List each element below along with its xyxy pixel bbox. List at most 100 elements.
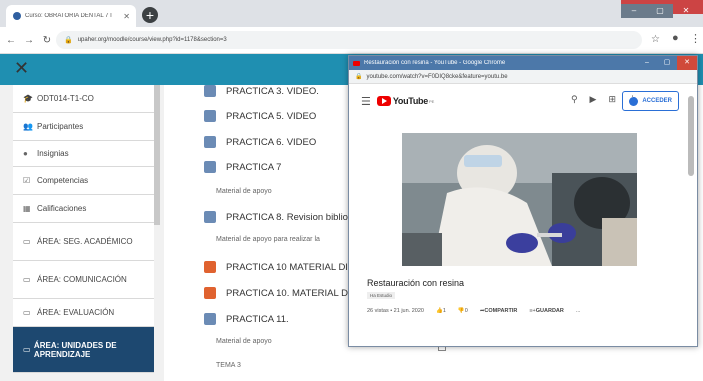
- save-button[interactable]: GUARDAR: [536, 308, 564, 314]
- activity-link[interactable]: PRACTICA 7: [204, 161, 281, 173]
- description-text: TEMA 3: [216, 362, 241, 369]
- popup-url-text: youtube.com/watch?v=F0DIQ8cke&feature=yo…: [366, 73, 508, 80]
- description-text: Material de apoyo para realizar la: [216, 236, 320, 243]
- row-label: Material de apoyo para realizar la: [216, 236, 320, 243]
- sidebar-item[interactable]: ☑ Competencias: [13, 167, 154, 195]
- minimize-button[interactable]: –: [621, 4, 647, 18]
- video-player[interactable]: [402, 133, 637, 266]
- popup-window-title: Restauración con resina - YouTube - Goog…: [364, 60, 506, 66]
- apps-grid-icon[interactable]: ⊞: [608, 94, 616, 105]
- popup-url-bar: 🔒 youtube.com/watch?v=F0DIQ8cke&feature=…: [349, 70, 697, 84]
- dislike-count: 0: [464, 308, 468, 314]
- popup-scrollbar[interactable]: [688, 96, 694, 176]
- menu-dots-icon[interactable]: ⋮: [690, 32, 701, 45]
- sidebar-item-label: ÁREA: SEG. ACADÉMICO: [37, 237, 133, 246]
- activity-link[interactable]: PRACTICA 10 MATERIAL DI: [204, 261, 348, 273]
- bookmark-star-icon[interactable]: ☆: [651, 34, 660, 45]
- row-label: PRACTICA 10 MATERIAL DI: [226, 261, 348, 273]
- sidebar-item-label: Calificaciones: [37, 204, 87, 213]
- youtube-wordmark: YouTube: [392, 96, 428, 106]
- close-drawer-icon[interactable]: ✕: [14, 58, 29, 79]
- document-icon: [204, 136, 216, 148]
- document-icon: [204, 110, 216, 122]
- row-label: PRACTICA 6. VIDEO: [226, 136, 317, 148]
- sidebar-item-label: ÁREA: COMUNICACIÓN: [37, 275, 127, 284]
- sidebar-item[interactable]: 🎓 ODT014-T1-CO: [13, 85, 154, 113]
- activity-link[interactable]: PRACTICA 5. VIDEO: [204, 110, 316, 122]
- hamburger-menu-icon[interactable]: ☰: [361, 95, 371, 108]
- activity-link[interactable]: PRACTICA 6. VIDEO: [204, 136, 316, 148]
- tab-bar: Curso: OBRATORIA DENTAL 7 I ✕ + – ▢ ✕: [0, 0, 703, 27]
- browser-tab[interactable]: Curso: OBRATORIA DENTAL 7 I ✕: [6, 5, 136, 27]
- sidebar-item[interactable]: ▭ ÁREA: UNIDADES DE APRENDIZAJE: [13, 327, 154, 373]
- youtube-popup-window: Restauración con resina - YouTube - Goog…: [348, 55, 698, 347]
- description-text: Material de apoyo: [216, 188, 272, 195]
- row-label: PRACTICA 11.: [226, 313, 289, 325]
- row-label: PRACTICA 10. MATERIAL D: [226, 287, 348, 299]
- pdf-file-icon: [204, 261, 216, 273]
- account-icon[interactable]: ●: [672, 32, 679, 44]
- sign-in-label: ACCEDER: [642, 98, 672, 104]
- row-label: TEMA 3: [216, 362, 241, 369]
- youtube-logo[interactable]: YouTube PE: [376, 96, 434, 106]
- document-icon: [204, 161, 216, 173]
- search-icon[interactable]: ⚲: [571, 94, 578, 105]
- description-text: Material de apoyo: [216, 338, 272, 345]
- row-label: Material de apoyo: [216, 338, 272, 345]
- checkbox-icon: ☑: [23, 176, 31, 185]
- sidebar-item[interactable]: ● Insignias: [13, 141, 154, 167]
- sidebar-item[interactable]: ▦ Calificaciones: [13, 195, 154, 223]
- thumbs-up-icon[interactable]: 👍: [436, 308, 443, 314]
- sidebar-item[interactable]: ▭ ÁREA: SEG. ACADÉMICO: [13, 223, 154, 261]
- thumbs-down-icon[interactable]: 👎: [458, 308, 465, 314]
- sidebar-item[interactable]: ▭ ÁREA: COMUNICACIÓN: [13, 261, 154, 299]
- document-icon: [204, 85, 216, 97]
- popup-window-controls: – ▢ ✕: [637, 56, 697, 70]
- tab-close-icon[interactable]: ✕: [123, 12, 130, 21]
- grades-icon: ▦: [23, 204, 31, 213]
- sidebar-item-label: Participantes: [37, 122, 84, 131]
- video-frame-image: [402, 133, 637, 266]
- activity-link[interactable]: PRACTICA 11.: [204, 313, 289, 325]
- row-label: PRACTICA 8. Revision biblio: [226, 211, 348, 223]
- back-arrow-icon[interactable]: ←: [4, 35, 18, 46]
- youtube-header: ☰ YouTubePE ⚲ ▶ ⊞ ⋮ ACCEDER: [349, 84, 685, 118]
- sidebar-item-label: Competencias: [37, 176, 89, 185]
- activity-link[interactable]: PRACTICA 8. Revision biblio: [204, 211, 348, 223]
- youtube-play-icon: [376, 96, 391, 106]
- popup-maximize-button[interactable]: ▢: [657, 56, 677, 70]
- sidebar-item[interactable]: 👥 Participantes: [13, 113, 154, 141]
- folder-icon: ▭: [23, 308, 31, 317]
- create-video-icon[interactable]: ▶: [590, 94, 597, 105]
- badge-icon: ●: [23, 149, 28, 158]
- sidebar-list: 🎓 ODT014-T1-CO 👥 Participantes ● Insignias ☑ Co…: [13, 85, 154, 373]
- sidebar-item-label: ÁREA: EVALUACIÓN: [37, 308, 115, 317]
- more-options-button[interactable]: ...: [576, 308, 581, 314]
- maximize-button[interactable]: ▢: [647, 4, 673, 18]
- row-label: Material de apoyo: [216, 188, 272, 195]
- address-bar: ← → ↻ 🔒 upaher.org/moodle/course/view.ph…: [0, 27, 703, 54]
- row-label: PRACTICA 5. VIDEO: [226, 110, 317, 122]
- popup-minimize-button[interactable]: –: [637, 56, 657, 70]
- like-count: 1: [442, 308, 446, 314]
- url-text: upaher.org/moodle/course/view.php?id=117…: [77, 37, 227, 43]
- course-sidebar: 🎓 ODT014-T1-CO 👥 Participantes ● Insignias ☑ Co…: [0, 85, 164, 381]
- forward-arrow-icon[interactable]: →: [22, 35, 36, 46]
- users-icon: 👥: [23, 122, 33, 131]
- reload-icon[interactable]: ↻: [40, 35, 54, 46]
- channel-tag[interactable]: Ha Estudio: [367, 292, 396, 299]
- sidebar-item[interactable]: ▭ ÁREA: EVALUACIÓN: [13, 299, 154, 327]
- graduation-icon: 🎓: [23, 94, 33, 103]
- activity-link[interactable]: PRACTICA 3. VIDEO.: [204, 85, 319, 97]
- activity-link[interactable]: PRACTICA 10. MATERIAL D: [204, 287, 348, 299]
- sidebar-scrollbar[interactable]: [154, 85, 160, 225]
- sign-in-button[interactable]: ACCEDER: [622, 91, 679, 111]
- share-button[interactable]: COMPARTIR: [484, 308, 517, 314]
- window-controls: – ▢ ✕: [621, 0, 703, 18]
- url-field[interactable]: 🔒 upaher.org/moodle/course/view.php?id=1…: [56, 31, 642, 49]
- views-date: 26 vistas • 21 jun. 2020: [367, 308, 424, 314]
- popup-close-button[interactable]: ✕: [677, 56, 697, 70]
- close-window-button[interactable]: ✕: [673, 4, 699, 18]
- new-tab-button[interactable]: +: [142, 7, 158, 23]
- row-label: PRACTICA 7: [226, 161, 282, 173]
